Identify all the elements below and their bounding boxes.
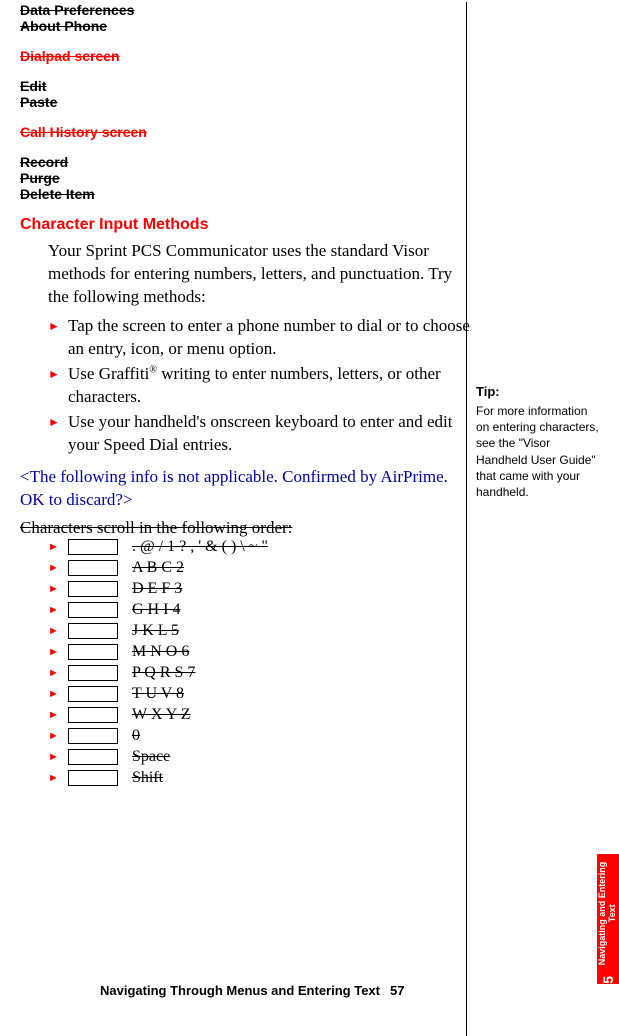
scroll-intro: Characters scroll in the following order… bbox=[20, 518, 470, 538]
bullet-marker-icon: ► bbox=[48, 730, 68, 742]
tip-body: For more information on entering charact… bbox=[476, 403, 601, 500]
char-value: G H I 4 bbox=[132, 601, 180, 619]
list-item: ► Tap the screen to enter a phone number… bbox=[48, 315, 470, 361]
left-column: Data Preferences About Phone Dialpad scr… bbox=[20, 2, 470, 787]
key-box bbox=[68, 728, 118, 744]
section-heading: Character Input Methods bbox=[20, 216, 470, 234]
table-row: ►0 bbox=[48, 727, 470, 745]
character-table: ► . @ / 1 ? , ' & ( ) \ ~ " ► A B C 2 ► D E… bbox=[48, 538, 470, 787]
menu-about-phone: About Phone bbox=[20, 18, 470, 34]
table-row: ► D E F 3 bbox=[48, 580, 470, 598]
key-box bbox=[68, 686, 118, 702]
menu-call-history-screen: Call History screen bbox=[20, 124, 470, 140]
table-row: ► Space bbox=[48, 748, 470, 766]
table-row: ► P Q R S 7 bbox=[48, 664, 470, 682]
bullet-text: Use your handheld's onscreen keyboard to… bbox=[68, 411, 470, 457]
bullet-marker-icon: ► bbox=[48, 709, 68, 721]
char-value: M N O 6 bbox=[132, 643, 189, 661]
bullet-marker-icon: ► bbox=[48, 541, 68, 553]
table-row: ► M N O 6 bbox=[48, 643, 470, 661]
bullet-marker-icon: ► bbox=[48, 583, 68, 595]
key-box bbox=[68, 581, 118, 597]
key-box bbox=[68, 665, 118, 681]
intro-paragraph: Your Sprint PCS Communicator uses the st… bbox=[48, 240, 470, 309]
table-row: ► W X Y Z bbox=[48, 706, 470, 724]
key-box bbox=[68, 560, 118, 576]
char-value: Shift bbox=[132, 769, 163, 787]
bullet-marker-icon: ► bbox=[48, 604, 68, 616]
editorial-note: <The following info is not applicable. C… bbox=[20, 466, 470, 512]
page-number: 57 bbox=[390, 983, 404, 998]
key-box bbox=[68, 644, 118, 660]
table-row: ► G H I 4 bbox=[48, 601, 470, 619]
page: Data Preferences About Phone Dialpad scr… bbox=[0, 2, 619, 1036]
char-value: Space bbox=[132, 748, 170, 766]
table-row: ► Shift bbox=[48, 769, 470, 787]
table-row: ► A B C 2 bbox=[48, 559, 470, 577]
menu-paste: Paste bbox=[20, 94, 470, 110]
bullet-marker-icon: ► bbox=[48, 646, 68, 658]
table-row: ► J K L 5 bbox=[48, 622, 470, 640]
bullet-marker-icon: ► bbox=[48, 772, 68, 784]
char-value: A B C 2 bbox=[132, 559, 184, 577]
table-row: ► . @ / 1 ? , ' & ( ) \ ~ " bbox=[48, 538, 470, 556]
footer-title: Navigating Through Menus and Entering Te… bbox=[100, 983, 380, 998]
char-value: P Q R S 7 bbox=[132, 664, 195, 682]
bullet-marker-icon: ► bbox=[48, 688, 68, 700]
bullet-marker-icon: ► bbox=[48, 667, 68, 679]
char-value: . @ / 1 ? , ' & ( ) \ ~ " bbox=[132, 538, 268, 556]
key-box bbox=[68, 623, 118, 639]
tip-heading: Tip: bbox=[476, 384, 601, 399]
bullet-marker-icon: ► bbox=[48, 562, 68, 574]
menu-record: Record bbox=[20, 154, 470, 170]
key-box bbox=[68, 749, 118, 765]
menu-dialpad-screen: Dialpad screen bbox=[20, 48, 470, 64]
menu-delete-item: Delete Item bbox=[20, 186, 470, 202]
key-box bbox=[68, 539, 118, 555]
bullet-marker-icon: ► bbox=[48, 411, 68, 430]
key-box bbox=[68, 707, 118, 723]
tab-number: 5 bbox=[600, 976, 616, 984]
char-value: J K L 5 bbox=[132, 622, 179, 640]
section-tab: Navigating and Entering Text 5 bbox=[597, 854, 619, 984]
tab-label: Navigating and Entering Text bbox=[598, 854, 618, 972]
char-value: T U V 8 bbox=[132, 685, 184, 703]
menu-data-preferences: Data Preferences bbox=[20, 2, 470, 18]
bullet-marker-icon: ► bbox=[48, 751, 68, 763]
bullet-text: Use Graffiti® writing to enter numbers, … bbox=[68, 363, 470, 409]
list-item: ► Use your handheld's onscreen keyboard … bbox=[48, 411, 470, 457]
table-row: ► T U V 8 bbox=[48, 685, 470, 703]
footer: Navigating Through Menus and Entering Te… bbox=[0, 983, 619, 998]
bullet-marker-icon: ► bbox=[48, 625, 68, 637]
char-value: 0 bbox=[132, 727, 140, 745]
key-box bbox=[68, 602, 118, 618]
bullet-marker-icon: ► bbox=[48, 363, 68, 382]
bullet-list: ► Tap the screen to enter a phone number… bbox=[48, 315, 470, 457]
char-value: D E F 3 bbox=[132, 580, 182, 598]
key-box bbox=[68, 770, 118, 786]
bullet-marker-icon: ► bbox=[48, 315, 68, 334]
menu-edit: Edit bbox=[20, 78, 470, 94]
menu-purge: Purge bbox=[20, 170, 470, 186]
char-value: W X Y Z bbox=[132, 706, 191, 724]
bullet-text: Tap the screen to enter a phone number t… bbox=[68, 315, 470, 361]
column-divider bbox=[466, 2, 467, 1036]
list-item: ► Use Graffiti® writing to enter numbers… bbox=[48, 363, 470, 409]
right-column: Tip: For more information on entering ch… bbox=[476, 384, 601, 500]
